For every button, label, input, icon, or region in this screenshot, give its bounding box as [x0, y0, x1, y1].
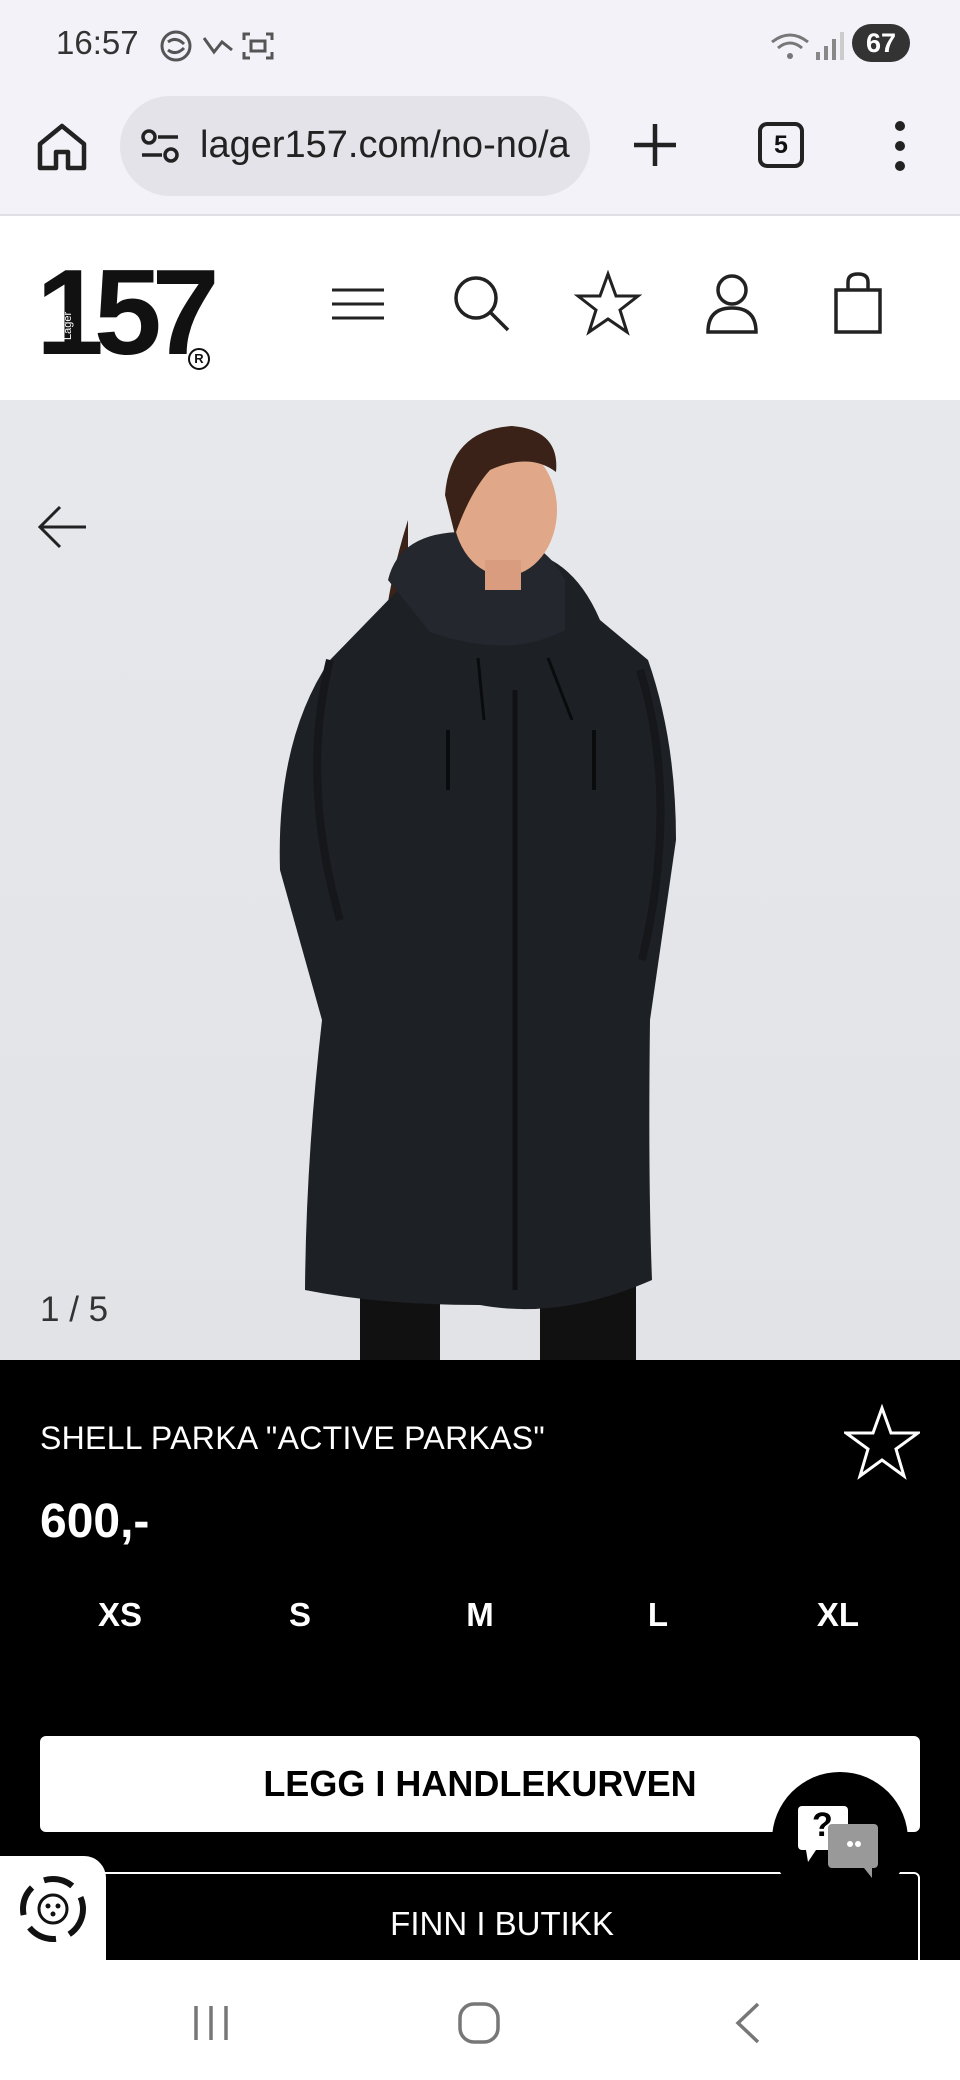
status-bar: 16:57 67: [0, 0, 960, 90]
product-image[interactable]: 1 / 5: [0, 400, 960, 1360]
missed-call-icon: [202, 37, 233, 55]
home-icon[interactable]: [34, 118, 90, 174]
size-option-xl[interactable]: XL: [778, 1596, 898, 1634]
logo-word: Lager: [62, 311, 74, 340]
recycle-widget[interactable]: [0, 1856, 106, 1962]
url-text[interactable]: lager157.com/no-no/a: [200, 124, 570, 167]
size-option-s[interactable]: S: [240, 1596, 360, 1634]
logo[interactable]: 157 Lager R: [36, 244, 220, 380]
signal-icon: [816, 32, 844, 60]
product-price: 600,-: [40, 1495, 150, 1548]
account-icon[interactable]: [698, 270, 766, 338]
site-settings-icon[interactable]: [140, 128, 180, 164]
recent-apps-icon[interactable]: [186, 1998, 236, 2048]
more-menu-icon[interactable]: [886, 118, 914, 174]
tab-switcher-button[interactable]: 5: [758, 122, 804, 168]
chat-icon: [798, 1806, 878, 1878]
new-tab-icon[interactable]: [630, 120, 680, 170]
recycle-icon: [20, 1876, 86, 1942]
size-option-m[interactable]: M: [420, 1596, 540, 1634]
screenshot-icon: [242, 32, 274, 60]
image-counter: 1 / 5: [40, 1290, 109, 1329]
screen: 16:57 67 lager157.com/no-no/a 5 157 Lage…: [0, 0, 960, 2080]
battery-indicator: 67: [852, 24, 910, 62]
shopping-bag-icon[interactable]: [824, 270, 892, 338]
size-option-l[interactable]: L: [598, 1596, 718, 1634]
product-title: SHELL PARKA "ACTIVE PARKAS": [40, 1420, 546, 1456]
registered-mark: R: [188, 348, 210, 370]
chat-question-glyph: ?: [812, 1806, 833, 1844]
home-nav-icon[interactable]: [454, 1998, 504, 2048]
back-nav-icon[interactable]: [724, 1998, 774, 2048]
hamburger-menu-icon[interactable]: [324, 270, 392, 338]
wifi-icon: [771, 33, 809, 59]
favorite-star-icon[interactable]: [844, 1404, 920, 1480]
sync-icon: [160, 30, 192, 62]
chat-button[interactable]: ?: [772, 1772, 908, 1908]
size-selector: XS S M L XL: [0, 1596, 960, 1656]
system-nav-bar: [0, 1960, 960, 2080]
search-icon[interactable]: [448, 270, 516, 338]
site-header: 157 Lager R: [0, 218, 960, 400]
product-photo: [279, 426, 676, 1360]
status-time: 16:57: [56, 24, 139, 61]
address-bar[interactable]: lager157.com/no-no/a: [120, 96, 590, 196]
back-arrow-icon[interactable]: [36, 500, 90, 554]
browser-toolbar: lager157.com/no-no/a 5: [0, 90, 960, 216]
size-option-xs[interactable]: XS: [60, 1596, 180, 1634]
wishlist-star-icon[interactable]: [574, 270, 642, 338]
